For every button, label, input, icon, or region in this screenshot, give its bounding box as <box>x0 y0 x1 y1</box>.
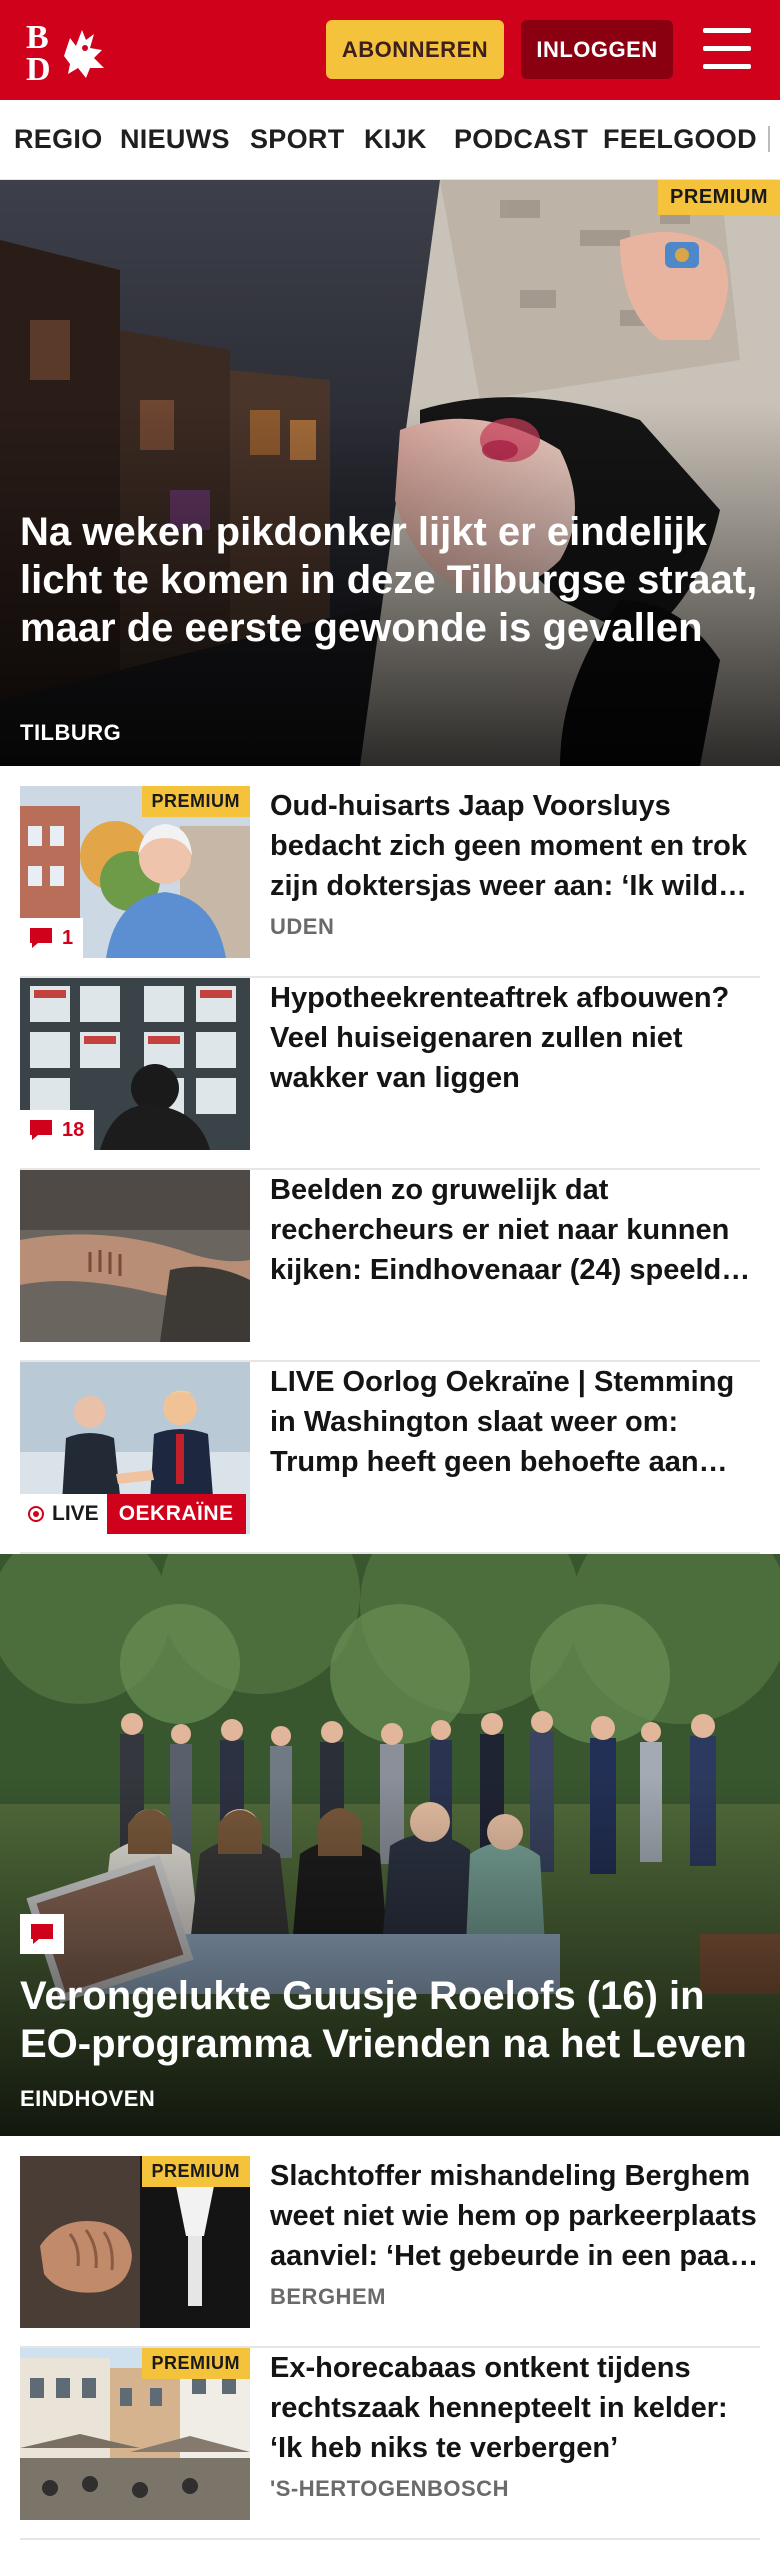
article-thumbnail: PREMIUM 1 <box>20 786 250 958</box>
hero-location: EINDHOVEN <box>20 2086 156 2111</box>
premium-badge: PREMIUM <box>141 786 250 817</box>
list-item[interactable]: PREMIUM 1 Oud-huisarts Jaap Voorsluys be… <box>20 786 760 978</box>
list-item[interactable]: PREMIUM Slachtoffer mishandeling Berghem… <box>20 2156 760 2348</box>
comment-icon <box>31 1924 53 1944</box>
nav-item-regio[interactable]: REGIO <box>14 124 103 155</box>
article-headline[interactable]: LIVE Oorlog Oekraïne | Stemming in Washi… <box>270 1362 760 1482</box>
premium-badge: PREMIUM <box>141 2348 250 2379</box>
nav-item-nieuws[interactable]: NIEUWS <box>120 124 230 155</box>
comment-count: 18 <box>62 1118 85 1141</box>
hero-headline[interactable]: Na weken pikdonker lijkt er eindelijk li… <box>20 508 760 652</box>
hero-headline[interactable]: Verongelukte Guusje Roelofs (16) in EO-p… <box>20 1972 760 2068</box>
hero-article-tilburg[interactable]: PREMIUM Na weken pikdonker lijkt er eind… <box>0 180 780 766</box>
live-badge: LIVE OEKRAÏNE <box>20 1494 246 1534</box>
list-item[interactable]: 18 Hypotheekrenteaftrek afbouwen? Veel h… <box>20 978 760 1170</box>
bd-logo-icon[interactable]: B D <box>24 16 114 84</box>
article-headline[interactable]: Oud-huisarts Jaap Voorsluys bedacht zich… <box>270 786 760 906</box>
hero-location: TILBURG <box>20 720 122 745</box>
article-thumbnail: PREMIUM <box>20 2156 250 2328</box>
article-thumbnail <box>20 1170 250 1342</box>
list-item[interactable]: PREMIUM Ex-horecabaas ontkent tijdens re… <box>20 2348 760 2540</box>
article-headline[interactable]: Ex-horecabaas ontkent tijdens rechtszaak… <box>270 2348 760 2468</box>
live-indicator: LIVE <box>20 1494 107 1534</box>
article-headline[interactable]: Slachtoffer mishandeling Berghem weet ni… <box>270 2156 760 2276</box>
comment-count-badge[interactable]: 1 <box>20 918 84 958</box>
hero-article-eindhoven[interactable]: Verongelukte Guusje Roelofs (16) in EO-p… <box>0 1554 780 2136</box>
article-thumbnail: LIVE OEKRAÏNE <box>20 1362 250 1534</box>
comment-count-badge[interactable]: 18 <box>20 1110 95 1150</box>
article-location: 'S-HERTOGENBOSCH <box>270 2476 509 2501</box>
nav-item-kijk[interactable]: KIJK <box>364 124 427 155</box>
top-bar: B D ABONNEREN INLOGGEN <box>0 0 780 100</box>
thumb-photo-arm <box>20 1170 250 1342</box>
svg-text:D: D <box>26 51 51 84</box>
comment-badge[interactable] <box>20 1914 64 1954</box>
section-nav: REGIO NIEUWS SPORT KIJK PODCAST FEELGOOD <box>0 100 780 180</box>
list-item[interactable]: LIVE OEKRAÏNE LIVE Oorlog Oekraïne | Ste… <box>20 1362 760 1554</box>
article-thumbnail: PREMIUM <box>20 2348 250 2520</box>
nav-item-sport[interactable]: SPORT <box>250 124 345 155</box>
nav-item-podcast[interactable]: PODCAST <box>454 124 588 155</box>
article-location: BERGHEM <box>270 2284 386 2309</box>
login-button[interactable]: INLOGGEN <box>521 20 673 79</box>
topic-tag[interactable]: OEKRAÏNE <box>106 1494 246 1534</box>
article-thumbnail: 18 <box>20 978 250 1150</box>
article-headline[interactable]: Hypotheekrenteaftrek afbouwen? Veel huis… <box>270 978 760 1098</box>
live-dot-icon <box>28 1506 44 1522</box>
article-location: UDEN <box>270 914 335 939</box>
article-headline[interactable]: Beelden zo gruwelijk dat rechercheurs er… <box>270 1170 760 1290</box>
menu-hamburger-icon[interactable] <box>699 24 755 74</box>
comment-icon <box>30 1120 52 1140</box>
premium-badge: PREMIUM <box>141 2156 250 2187</box>
nav-item-feelgood[interactable]: FEELGOOD <box>603 124 757 155</box>
comment-icon <box>30 928 52 948</box>
nav-overflow-divider <box>768 126 770 152</box>
hero-gradient <box>0 1775 780 2136</box>
comment-count: 1 <box>62 926 74 949</box>
live-label: LIVE <box>52 1502 99 1525</box>
subscribe-button[interactable]: ABONNEREN <box>326 20 504 79</box>
list-item[interactable]: Beelden zo gruwelijk dat rechercheurs er… <box>20 1170 760 1362</box>
premium-badge: PREMIUM <box>658 180 780 215</box>
